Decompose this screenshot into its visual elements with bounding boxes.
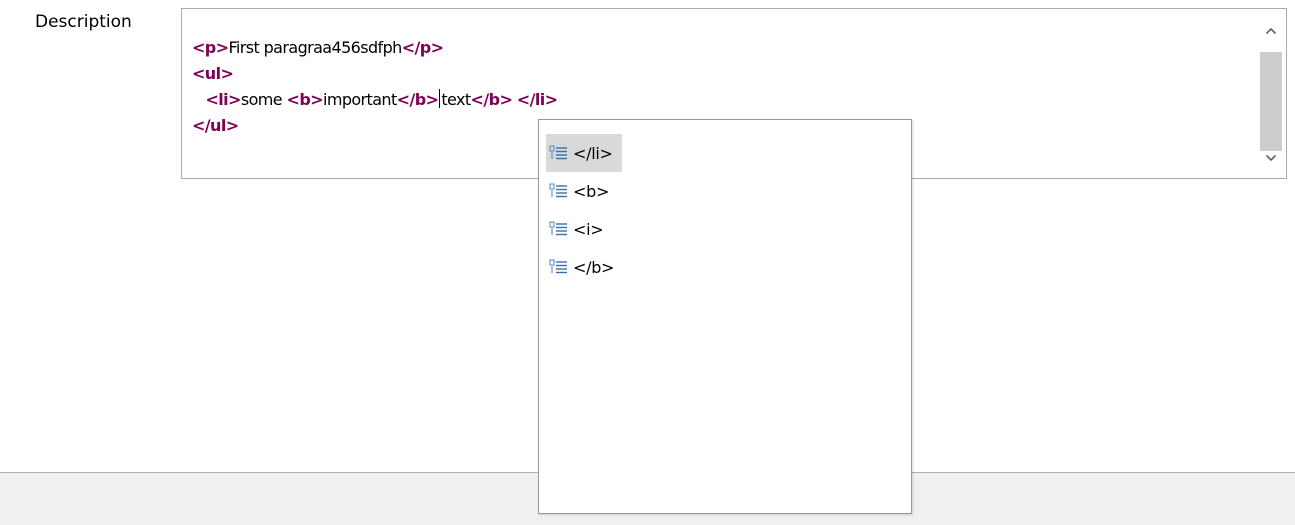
- code-line: <ul>: [192, 61, 557, 87]
- autocomplete-item-label: </b>: [573, 257, 615, 277]
- html-tag-token: <p>: [192, 38, 229, 57]
- scroll-up-button[interactable]: [1256, 11, 1286, 51]
- html-tag-token: </b>: [470, 90, 513, 109]
- code-line: </ul>: [192, 113, 557, 139]
- text-token: important: [322, 90, 397, 109]
- scroll-thumb[interactable]: [1260, 52, 1282, 151]
- text-token: some: [240, 90, 287, 109]
- html-tag-token: </p>: [401, 38, 444, 57]
- chevron-up-icon: [1265, 27, 1277, 35]
- code-line: <li>some <b>important</b> text</b> </li>: [192, 87, 558, 113]
- chevron-down-icon: [1265, 154, 1277, 162]
- template-proposal-icon: [549, 183, 569, 199]
- autocomplete-item-label: </li>: [573, 143, 613, 163]
- autocomplete-item[interactable]: <i>: [546, 210, 612, 248]
- template-proposal-icon: [549, 221, 569, 237]
- description-label: Description: [35, 12, 132, 32]
- html-tag-token: <ul>: [192, 64, 234, 83]
- text-token: text: [441, 90, 471, 109]
- template-proposal-icon: [549, 259, 569, 275]
- template-proposal-icon: [549, 145, 569, 161]
- vertical-scrollbar[interactable]: [1256, 9, 1286, 178]
- autocomplete-item-label: <i>: [573, 219, 604, 239]
- html-tag-token: </li>: [516, 90, 558, 109]
- autocomplete-item-label: <b>: [573, 181, 610, 201]
- scroll-down-button[interactable]: [1256, 138, 1286, 178]
- html-tag-token: </b>: [396, 90, 439, 109]
- html-tag-token: <li>: [205, 90, 241, 109]
- autocomplete-item[interactable]: <b>: [546, 172, 618, 210]
- html-tag-token: <b>: [286, 90, 324, 109]
- autocomplete-popup[interactable]: </li> <b> <i> </b>: [538, 119, 912, 514]
- html-tag-token: </ul>: [192, 116, 239, 135]
- text-token: First paragraa456sdfph: [228, 38, 402, 57]
- autocomplete-item[interactable]: </li>: [546, 134, 622, 172]
- code-area[interactable]: <p>First paragraa456sdfph</p> <ul> <li>so…: [192, 35, 558, 139]
- autocomplete-item[interactable]: </b>: [546, 248, 623, 286]
- code-line: <p>First paragraa456sdfph</p>: [192, 35, 557, 61]
